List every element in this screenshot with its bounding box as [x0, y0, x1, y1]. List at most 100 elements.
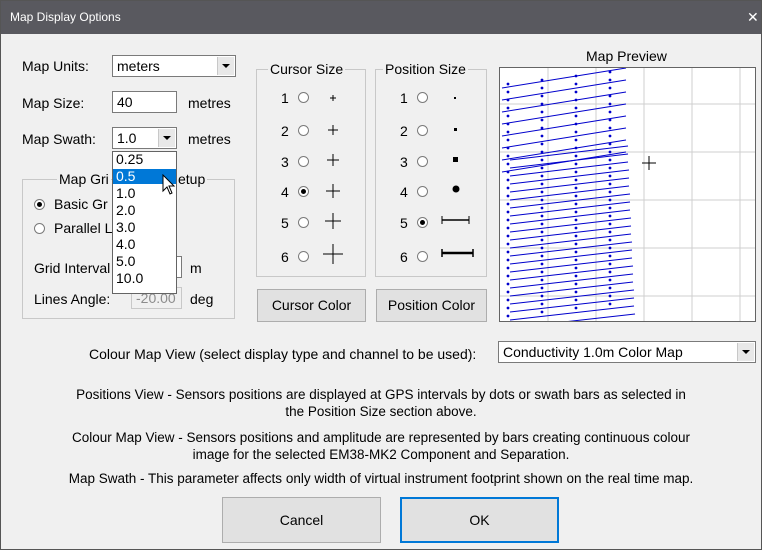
survey-track-line — [501, 139, 627, 161]
swath-option-0-25[interactable]: 0.25 — [113, 152, 176, 167]
survey-point — [574, 90, 578, 94]
survey-point — [608, 102, 612, 106]
lines-angle-unit: deg — [190, 291, 214, 307]
survey-point — [608, 158, 612, 162]
map-units-value: meters — [117, 58, 160, 74]
colour-map-dropdown-button[interactable] — [737, 343, 754, 361]
survey-point — [540, 142, 544, 146]
map-units-select[interactable]: meters — [112, 55, 236, 77]
survey-point — [540, 150, 544, 154]
survey-point — [506, 138, 510, 142]
survey-point — [608, 270, 612, 274]
survey-point — [540, 94, 544, 98]
cursor-size-label-3: 3 — [281, 154, 289, 170]
position-size-radio-2[interactable] — [417, 125, 428, 136]
cursor-color-button-label: Cursor Color — [271, 297, 352, 313]
map-swath-options-list[interactable]: 0.25 0.5 1.0 2.0 3.0 4.0 5.0 10.0 — [112, 151, 177, 294]
position-preview-1 — [454, 97, 456, 99]
map-size-input[interactable]: 40 — [112, 91, 177, 113]
survey-point — [506, 82, 510, 86]
survey-point — [540, 262, 544, 266]
survey-point — [540, 102, 544, 106]
survey-point — [506, 306, 510, 310]
position-size-radio-4[interactable] — [417, 186, 428, 197]
position-size-previews — [441, 97, 474, 257]
cursor-size-radio-5[interactable] — [298, 217, 309, 228]
survey-point — [506, 242, 510, 246]
cursor-size-radio-6[interactable] — [298, 251, 309, 262]
map-display-options-dialog: Map Display Options ✕ Map Units: meters … — [0, 0, 762, 550]
survey-point — [506, 266, 510, 270]
ok-button[interactable]: OK — [400, 497, 559, 543]
survey-point — [574, 122, 578, 126]
survey-point — [574, 130, 578, 134]
survey-point — [608, 94, 612, 98]
survey-track-line — [501, 127, 627, 149]
survey-point — [506, 178, 510, 182]
survey-point — [506, 90, 510, 94]
help-line-5: Map Swath - This parameter affects only … — [68, 471, 694, 486]
position-preview-5 — [441, 216, 470, 224]
help-line-4: image for the selected EM38-MK2 Componen… — [192, 447, 570, 462]
survey-point — [608, 302, 612, 306]
survey-track-line — [501, 103, 627, 125]
cursor-preview-4 — [326, 184, 340, 198]
close-icon[interactable]: ✕ — [747, 9, 761, 26]
map-swath-select[interactable]: 1.0 — [112, 127, 177, 149]
position-size-radio-6[interactable] — [417, 251, 428, 262]
survey-point — [506, 130, 510, 134]
survey-point — [506, 314, 510, 318]
basic-grid-radio[interactable] — [34, 199, 45, 210]
position-size-radio-1[interactable] — [417, 92, 428, 103]
survey-point — [540, 126, 544, 130]
swath-option-5-0[interactable]: 5.0 — [113, 254, 176, 269]
cursor-color-button[interactable]: Cursor Color — [257, 289, 366, 322]
position-preview-3 — [453, 157, 458, 162]
colour-map-select[interactable]: Conductivity 1.0m Color Map — [498, 341, 756, 363]
survey-point — [608, 206, 612, 210]
survey-point — [540, 270, 544, 274]
cursor-size-label-2: 2 — [281, 123, 289, 139]
cursor-size-label-1: 1 — [281, 90, 289, 106]
survey-point — [540, 286, 544, 290]
position-preview-2 — [454, 128, 457, 131]
position-color-button[interactable]: Position Color — [376, 289, 487, 322]
parallel-lines-radio[interactable] — [34, 223, 45, 234]
swath-option-10-0[interactable]: 10.0 — [113, 271, 176, 286]
survey-point — [608, 198, 612, 202]
survey-point — [540, 134, 544, 138]
survey-point — [574, 178, 578, 182]
map-swath-dropdown-button[interactable] — [158, 129, 175, 147]
survey-point — [608, 110, 612, 114]
map-units-dropdown-button[interactable] — [217, 57, 234, 75]
cursor-size-radio-1[interactable] — [298, 92, 309, 103]
survey-track-line — [509, 257, 633, 273]
swath-option-3-0[interactable]: 3.0 — [113, 220, 176, 235]
cursor-size-radio-2[interactable] — [298, 125, 309, 136]
position-size-radio-3[interactable] — [417, 156, 428, 167]
colour-map-value: Conductivity 1.0m Color Map — [503, 344, 683, 360]
survey-point — [540, 294, 544, 298]
cancel-button[interactable]: Cancel — [222, 497, 381, 543]
cursor-size-radio-3[interactable] — [298, 156, 309, 167]
survey-point — [608, 182, 612, 186]
map-swath-unit: metres — [188, 131, 231, 147]
survey-point — [506, 298, 510, 302]
survey-point — [506, 226, 510, 230]
survey-point — [540, 158, 544, 162]
survey-point — [574, 282, 578, 286]
cursor-size-radio-4[interactable] — [298, 186, 309, 197]
survey-point — [608, 118, 612, 122]
survey-point — [574, 258, 578, 262]
survey-track-line — [509, 265, 634, 281]
survey-point — [540, 246, 544, 250]
position-preview-6 — [441, 249, 474, 257]
swath-option-4-0[interactable]: 4.0 — [113, 237, 176, 252]
swath-option-2-0[interactable]: 2.0 — [113, 203, 176, 218]
cursor-preview-5 — [325, 213, 341, 229]
survey-point — [608, 126, 612, 130]
position-size-label-6: 6 — [400, 249, 408, 265]
position-size-label-1: 1 — [400, 90, 408, 106]
position-size-radio-5[interactable] — [417, 217, 428, 228]
title-bar: Map Display Options ✕ — [1, 1, 761, 34]
